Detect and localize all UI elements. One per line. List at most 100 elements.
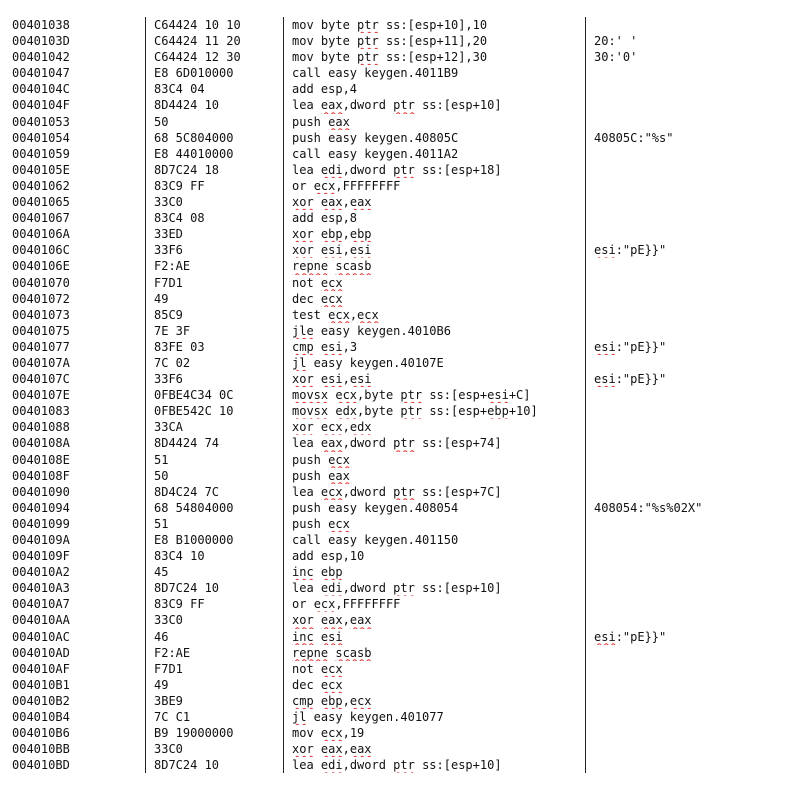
disassembly-row[interactable]: 0040104F 8D4424 10 lea eax,dword ptr ss:[e… bbox=[0, 97, 800, 114]
comment-cell: 40805C:"%s" bbox=[585, 129, 800, 146]
disassembly-row[interactable]: 0040108A 8D4424 74 lea eax,dword ptr ss:[e… bbox=[0, 435, 800, 452]
instruction-cell: movsx ecx,byte ptr ss:[esp+esi+C] bbox=[283, 387, 585, 404]
disassembly-row[interactable]: 004010B4 7C C1 jl easy keygen.401077 bbox=[0, 709, 800, 726]
disassembly-row[interactable]: 00401062 83C9 FF or ecx,FFFFFFFF bbox=[0, 177, 800, 195]
disassembly-row[interactable]: 004010AF F7D1 not ecx bbox=[0, 660, 800, 677]
instruction-cell: add esp,10 bbox=[283, 548, 585, 565]
disassembly-row[interactable]: 0040106A 33ED xor ebp,ebp bbox=[0, 226, 800, 243]
disassembly-listing: 00401038 C64424 10 10 mov byte ptr ss:[esp… bbox=[0, 0, 800, 796]
instruction-cell: push ecx bbox=[283, 451, 585, 468]
comment-cell bbox=[585, 676, 800, 693]
disassembly-row[interactable]: 004010AA 33C0 xor eax,eax bbox=[0, 612, 800, 629]
disassembly-row[interactable]: 00401065 33C0 xor eax,eax bbox=[0, 194, 800, 211]
bytes-cell: F7D1 bbox=[145, 274, 283, 291]
comment-cell bbox=[585, 709, 800, 726]
disassembly-row[interactable]: 004010A3 8D7C24 10 lea edi,dword ptr ss:[e… bbox=[0, 580, 800, 597]
comment-cell: 30:'0' bbox=[585, 49, 800, 66]
disassembly-row[interactable]: 0040107A 7C 02 jl easy keygen.40107E bbox=[0, 354, 800, 372]
disassembly-row[interactable]: 00401077 83FE 03 cmp esi,3 esi:"pE}}" bbox=[0, 338, 800, 355]
comment-cell bbox=[585, 81, 800, 98]
address-cell: 0040109A bbox=[12, 533, 70, 547]
disassembly-row[interactable]: 004010AD F2:AE repne scasb bbox=[0, 644, 800, 661]
disassembly-row[interactable]: 00401042 C64424 12 30 mov byte ptr ss:[esp… bbox=[0, 49, 800, 66]
address-cell: 0040108F bbox=[12, 468, 70, 483]
disassembly-row[interactable]: 0040108E 51 push ecx bbox=[0, 451, 800, 468]
comment-cell bbox=[585, 258, 800, 275]
disassembly-row[interactable]: 00401090 8D4C24 7C lea ecx,dword ptr ss:[e… bbox=[0, 483, 800, 500]
disassembly-row[interactable]: 004010BD 8D7C24 10 lea edi,dword ptr ss:[e… bbox=[0, 757, 800, 774]
disassembly-row[interactable]: 0040106C 33F6 xor esi,esi esi:"pE}}" bbox=[0, 242, 800, 259]
instruction-cell: mov byte ptr ss:[esp+12],30 bbox=[283, 49, 585, 66]
comment-cell bbox=[585, 322, 800, 339]
disassembly-row[interactable]: 0040104C 83C4 04 add esp,4 bbox=[0, 81, 800, 98]
disassembly-row[interactable]: 004010A2 45 inc ebp bbox=[0, 564, 800, 581]
bytes-cell: 33C0 bbox=[145, 612, 283, 629]
bytes-cell: F2:AE bbox=[145, 258, 283, 275]
disassembly-row[interactable]: 00401059 E8 44010000 call easy keygen.4011… bbox=[0, 145, 800, 162]
address-cell: 004010AC bbox=[12, 629, 70, 644]
instruction-cell: add esp,4 bbox=[283, 81, 585, 98]
bytes-cell: C64424 11 20 bbox=[145, 33, 283, 50]
disassembly-row[interactable]: 00401047 E8 6D010000 call easy keygen.4011… bbox=[0, 65, 800, 82]
disassembly-row[interactable]: 004010B2 3BE9 cmp ebp,ecx bbox=[0, 692, 800, 710]
disassembly-row[interactable]: 00401053 50 push eax bbox=[0, 113, 800, 130]
address-cell: 00401073 bbox=[12, 307, 70, 322]
bytes-cell: 50 bbox=[145, 467, 283, 484]
disassembly-row[interactable]: 00401070 F7D1 not ecx bbox=[0, 274, 800, 291]
bytes-cell: 33C0 bbox=[145, 194, 283, 211]
address-cell: 004010BB bbox=[12, 742, 70, 757]
instruction-cell: xor eax,eax bbox=[283, 612, 585, 629]
bytes-cell: B9 19000000 bbox=[145, 725, 283, 742]
comment-cell: esi:"pE}}" bbox=[585, 371, 800, 388]
bytes-cell: 8D7C24 10 bbox=[145, 580, 283, 597]
disassembly-row[interactable]: 004010B6 B9 19000000 mov ecx,19 bbox=[0, 725, 800, 742]
disassembly-row[interactable]: 00401094 68 54804000 push easy keygen.4080… bbox=[0, 499, 800, 516]
disassembly-row[interactable]: 00401054 68 5C804000 push easy keygen.4080… bbox=[0, 129, 800, 146]
disassembly-row[interactable]: 004010B1 49 dec ecx bbox=[0, 676, 800, 693]
disassembly-row[interactable]: 00401088 33CA xor ecx,edx bbox=[0, 419, 800, 436]
disassembly-row[interactable]: 0040106E F2:AE repne scasb bbox=[0, 258, 800, 275]
disassembly-row[interactable]: 004010A7 83C9 FF or ecx,FFFFFFFF bbox=[0, 596, 800, 613]
address-cell: 00401072 bbox=[12, 291, 70, 306]
disassembly-row[interactable]: 0040103D C64424 11 20 mov byte ptr ss:[esp… bbox=[0, 33, 800, 50]
disassembly-row[interactable]: 00401072 49 dec ecx bbox=[0, 290, 800, 307]
bytes-cell: 83C4 04 bbox=[145, 81, 283, 98]
disassembly-row[interactable]: 00401083 0FBE542C 10 movsx edx,byte ptr ss… bbox=[0, 403, 800, 420]
instruction-cell: inc esi bbox=[283, 628, 585, 645]
comment-cell bbox=[585, 564, 800, 581]
disassembly-row[interactable]: 0040109A E8 B1000000 call easy keygen.4011… bbox=[0, 532, 800, 549]
disassembly-row[interactable]: 0040108F 50 push eax bbox=[0, 467, 800, 484]
instruction-cell: mov ecx,19 bbox=[283, 725, 585, 742]
disassembly-row[interactable]: 00401099 51 push ecx bbox=[0, 515, 800, 532]
disassembly-row[interactable]: 0040107E 0FBE4C34 0C movsx ecx,byte ptr ss… bbox=[0, 387, 800, 404]
disassembly-row[interactable]: 0040107C 33F6 xor esi,esi esi:"pE}}" bbox=[0, 371, 800, 388]
disassembly-row[interactable]: 0040109F 83C4 10 add esp,10 bbox=[0, 548, 800, 565]
disassembly-row[interactable]: 00401075 7E 3F jle easy keygen.4010B6 bbox=[0, 322, 800, 339]
comment-cell bbox=[585, 306, 800, 323]
disassembly-row[interactable]: 00401038 C64424 10 10 mov byte ptr ss:[esp… bbox=[0, 17, 800, 34]
comment-cell bbox=[585, 612, 800, 629]
bytes-cell: 68 54804000 bbox=[145, 499, 283, 516]
bytes-cell: 8D7C24 10 bbox=[145, 757, 283, 774]
instruction-cell: jle easy keygen.4010B6 bbox=[283, 322, 585, 339]
disassembly-row[interactable]: 004010AC 46 inc esi esi:"pE}}" bbox=[0, 628, 800, 645]
bytes-cell: F7D1 bbox=[145, 660, 283, 677]
instruction-cell: not ecx bbox=[283, 274, 585, 291]
address-cell: 00401094 bbox=[12, 500, 70, 515]
bytes-cell: 33CA bbox=[145, 419, 283, 436]
comment-cell bbox=[585, 145, 800, 162]
bytes-cell: C64424 10 10 bbox=[145, 17, 283, 34]
disassembly-row[interactable]: 00401073 85C9 test ecx,ecx bbox=[0, 306, 800, 323]
comment-cell bbox=[585, 97, 800, 114]
address-cell: 0040109F bbox=[12, 549, 70, 564]
address-cell: 00401059 bbox=[12, 146, 70, 161]
address-cell: 0040106A bbox=[12, 227, 70, 242]
instruction-cell: jl easy keygen.40107E bbox=[283, 354, 585, 372]
address-cell: 00401070 bbox=[12, 275, 70, 290]
disassembly-row[interactable]: 004010BB 33C0 xor eax,eax bbox=[0, 741, 800, 758]
address-cell: 004010AF bbox=[12, 661, 70, 676]
instruction-cell: lea edi,dword ptr ss:[esp+18] bbox=[283, 161, 585, 178]
disassembly-row[interactable]: 0040105E 8D7C24 18 lea edi,dword ptr ss:[e… bbox=[0, 161, 800, 178]
instruction-cell: call easy keygen.401150 bbox=[283, 532, 585, 549]
disassembly-row[interactable]: 00401067 83C4 08 add esp,8 bbox=[0, 210, 800, 227]
